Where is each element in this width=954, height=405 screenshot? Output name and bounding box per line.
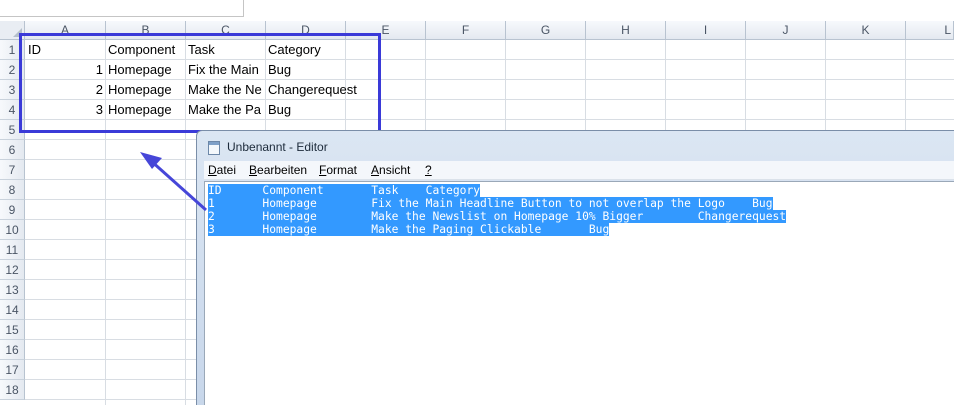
menu-datei[interactable]: Datei	[208, 163, 236, 177]
column-header-j[interactable]: J	[746, 21, 826, 40]
menu-bearbeiten[interactable]: Bearbeiten	[249, 163, 307, 177]
menu-label: earbeiten	[257, 163, 308, 177]
row-header-8[interactable]: 8	[0, 180, 25, 200]
row-header-13[interactable]: 13	[0, 280, 25, 300]
column-header-h[interactable]: H	[586, 21, 666, 40]
menu-bar: Datei Bearbeiten Format Ansicht ?	[204, 161, 954, 180]
window-title: Unbenannt - Editor	[227, 140, 328, 154]
row-header-18[interactable]: 18	[0, 380, 25, 400]
row-header-9[interactable]: 9	[0, 200, 25, 220]
notepad-icon	[208, 141, 220, 155]
row-header-7[interactable]: 7	[0, 160, 25, 180]
menu-accelerator: D	[208, 163, 217, 177]
notepad-window[interactable]: Unbenannt - Editor Datei Bearbeiten Form…	[196, 130, 954, 405]
row-header-17[interactable]: 17	[0, 360, 25, 380]
column-header-k[interactable]: K	[826, 21, 906, 40]
column-header-l[interactable]: L	[906, 21, 954, 40]
menu-accelerator: A	[371, 163, 380, 177]
column-header-i[interactable]: I	[666, 21, 746, 40]
highlight-box	[19, 33, 381, 133]
text-line-selected[interactable]: 3 Homepage Make the Paging Clickable Bug	[208, 223, 610, 236]
menu-accelerator: ?	[425, 163, 432, 177]
menu-label: nsicht	[379, 163, 411, 177]
row-header-10[interactable]: 10	[0, 220, 25, 240]
row-header-6[interactable]: 6	[0, 140, 25, 160]
menu-label: atei	[216, 163, 237, 177]
row-header-11[interactable]: 11	[0, 240, 25, 260]
row-header-12[interactable]: 12	[0, 260, 25, 280]
menu-help[interactable]: ?	[425, 163, 432, 177]
row-header-15[interactable]: 15	[0, 320, 25, 340]
text-line-selected[interactable]: 1 Homepage Fix the Main Headline Button …	[208, 197, 773, 210]
menu-ansicht[interactable]: Ansicht	[371, 163, 410, 177]
column-header-f[interactable]: F	[426, 21, 506, 40]
menu-label: ormat	[326, 163, 358, 177]
row-header-16[interactable]: 16	[0, 340, 25, 360]
text-line-selected[interactable]: 2 Homepage Make the Newslist on Homepage…	[208, 210, 787, 223]
menu-format[interactable]: Format	[319, 163, 357, 177]
column-header-g[interactable]: G	[506, 21, 586, 40]
row-header-14[interactable]: 14	[0, 300, 25, 320]
editor-text-area[interactable]: ID Component Task Category 1 Homepage Fi…	[204, 181, 954, 405]
text-line-selected[interactable]: ID Component Task Category	[208, 184, 481, 197]
formula-bar-area	[0, 0, 954, 20]
name-box[interactable]	[0, 0, 244, 17]
notepad-titlebar[interactable]: Unbenannt - Editor	[197, 131, 954, 160]
menu-accelerator: B	[249, 163, 258, 177]
